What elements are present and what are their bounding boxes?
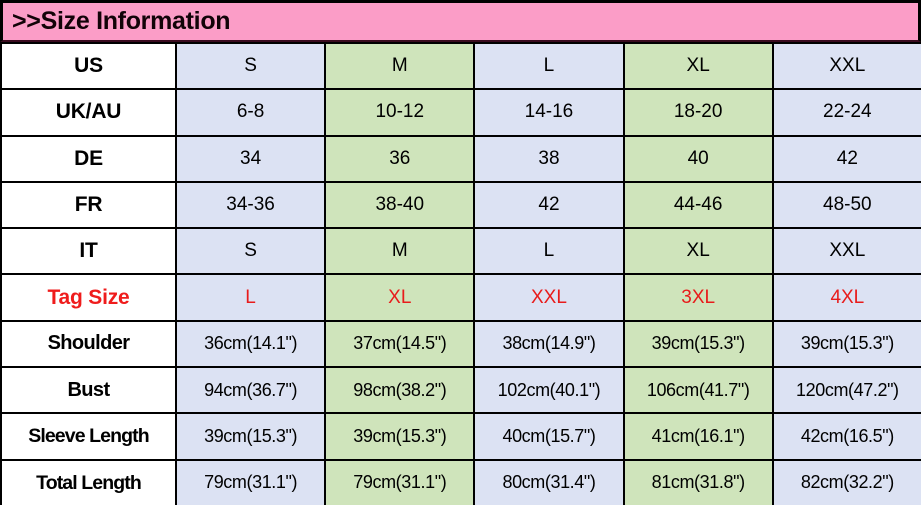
table-cell: 79cm(31.1") (324, 458, 476, 505)
table-row: Bust 94cm(36.7") 98cm(38.2") 102cm(40.1") 10… (0, 366, 921, 415)
row-label: Shoulder (0, 319, 177, 369)
table-row: UK/AU 6-8 10-12 14-16 18-20 22-24 (0, 88, 921, 137)
table-cell: 18-20 (622, 88, 774, 137)
table-cell: 40 (622, 134, 774, 183)
table-cell: 4XL (771, 273, 921, 322)
page-title: >>Size Information (12, 7, 231, 35)
table-cell: L (174, 273, 327, 322)
table-cell: 81cm(31.8") (622, 458, 774, 505)
table-cell: 41cm(16.1") (622, 412, 774, 461)
size-information-chart: >>Size Information US S M L XL XXL UK/AU 6-8 10-… (0, 0, 921, 505)
table-cell: 82cm(32.2") (771, 458, 921, 505)
table-cell: 22-24 (771, 88, 921, 137)
table-cell: XXL (771, 227, 921, 276)
table-row: FR 34-36 38-40 42 44-46 48-50 (0, 180, 921, 230)
row-label: Sleeve Length (0, 412, 177, 461)
table-cell: 106cm(41.7") (622, 366, 774, 415)
table-row: Total Length 79cm(31.1") 79cm(31.1") 80cm(3… (0, 458, 921, 505)
table-cell: 40cm(15.7") (473, 412, 625, 461)
row-label: DE (0, 134, 177, 183)
table-cell: M (324, 41, 476, 91)
table-row: Shoulder 36cm(14.1") 37cm(14.5") 38cm(14.9"… (0, 319, 921, 369)
table-cell: 102cm(40.1") (473, 366, 625, 415)
table-row: DE 34 36 38 40 42 (0, 134, 921, 183)
table-cell: 42 (771, 134, 921, 183)
row-label: IT (0, 227, 177, 276)
table-cell: 6-8 (174, 88, 327, 137)
table-cell: M (324, 227, 476, 276)
table-cell: 48-50 (771, 180, 921, 230)
table-cell: L (473, 41, 625, 91)
table-cell: 36cm(14.1") (174, 319, 327, 369)
table-cell: 39cm(15.3") (771, 319, 921, 369)
table-row: IT S M L XL XXL (0, 227, 921, 276)
row-label: Total Length (0, 458, 177, 505)
table-cell: 39cm(15.3") (324, 412, 476, 461)
table-cell: 3XL (622, 273, 774, 322)
table-cell: 34 (174, 134, 327, 183)
table-cell: 14-16 (473, 88, 625, 137)
table-cell: XL (324, 273, 476, 322)
table-cell: XXL (473, 273, 625, 322)
table-cell: 98cm(38.2") (324, 366, 476, 415)
table-cell: 38 (473, 134, 625, 183)
table-cell: 10-12 (324, 88, 476, 137)
table-cell: 80cm(31.4") (473, 458, 625, 505)
row-label: Tag Size (0, 273, 177, 322)
table-cell: 42 (473, 180, 625, 230)
table-row: US S M L XL XXL (0, 41, 921, 91)
table-cell: 94cm(36.7") (174, 366, 327, 415)
table-cell: XXL (771, 41, 921, 91)
table-cell: 36 (324, 134, 476, 183)
row-label: UK/AU (0, 88, 177, 137)
row-label: FR (0, 180, 177, 230)
table-cell: 39cm(15.3") (622, 319, 774, 369)
table-row: Sleeve Length 39cm(15.3") 39cm(15.3") 40cm(… (0, 412, 921, 461)
table-cell: S (174, 227, 327, 276)
table-cell: 39cm(15.3") (174, 412, 327, 461)
table-row: Tag Size L XL XXL 3XL 4XL (0, 273, 921, 322)
table-cell: S (174, 41, 327, 91)
size-information-banner: >>Size Information (0, 0, 921, 42)
table-cell: XL (622, 227, 774, 276)
table-cell: 34-36 (174, 180, 327, 230)
table-cell: 120cm(47.2") (771, 366, 921, 415)
table-cell: 37cm(14.5") (324, 319, 476, 369)
size-table: US S M L XL XXL UK/AU 6-8 10-12 14-16 18-20 22-24 DE… (0, 41, 921, 505)
row-label: US (0, 41, 177, 91)
table-cell: 44-46 (622, 180, 774, 230)
table-cell: XL (622, 41, 774, 91)
row-label: Bust (0, 366, 177, 415)
table-cell: 38-40 (324, 180, 476, 230)
table-cell: 38cm(14.9") (473, 319, 625, 369)
table-cell: 79cm(31.1") (174, 458, 327, 505)
table-cell: L (473, 227, 625, 276)
table-cell: 42cm(16.5") (771, 412, 921, 461)
